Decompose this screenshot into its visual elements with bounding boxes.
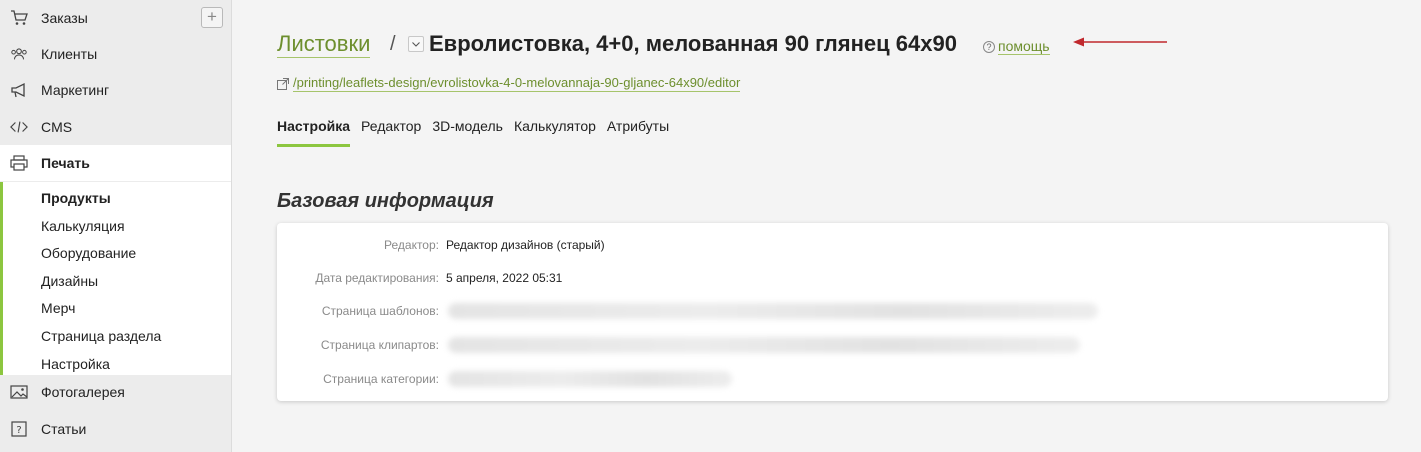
external-link-icon <box>277 77 289 90</box>
tab-calculator[interactable]: Калькулятор <box>514 117 596 147</box>
submenu-item-section-page[interactable]: Страница раздела <box>41 327 161 345</box>
info-key: Редактор: <box>384 238 439 252</box>
info-row: Страница шаблонов: <box>277 301 1388 321</box>
help-label: помощь <box>998 38 1050 55</box>
submenu-item-settings[interactable]: Настройка <box>41 355 110 373</box>
product-url-link[interactable]: /printing/leaflets-design/evrolistovka-4… <box>293 75 741 92</box>
code-icon <box>10 118 28 136</box>
product-url-row: /printing/leaflets-design/evrolistovka-4… <box>277 75 741 92</box>
page-title: Евролистовка, 4+0, мелованная 90 глянец … <box>429 31 957 56</box>
info-row: Дата редактирования: 5 апреля, 2022 05:3… <box>277 268 1388 288</box>
sidebar-item-print[interactable]: Печать <box>0 145 231 181</box>
users-icon <box>10 45 28 63</box>
info-key: Страница категории: <box>323 372 439 386</box>
breadcrumb-link[interactable]: Листовки <box>277 31 371 58</box>
submenu-item-calculation[interactable]: Калькуляция <box>41 217 125 235</box>
info-key: Страница клипартов: <box>320 338 439 352</box>
breadcrumb-separator: / <box>390 33 396 55</box>
info-key: Страница шаблонов: <box>321 304 439 318</box>
redacted-value <box>448 371 732 387</box>
sidebar-item-label: Статьи <box>41 421 87 437</box>
question-icon: ? <box>10 420 28 438</box>
sidebar-item-cms[interactable]: CMS <box>0 109 231 145</box>
breadcrumb-dropdown[interactable] <box>408 36 424 52</box>
sidebar-item-label: Маркетинг <box>41 82 110 98</box>
svg-text:?: ? <box>16 425 21 436</box>
sidebar-item-label: Клиенты <box>41 46 98 62</box>
tab-bar: Настройка Редактор 3D-модель Калькулятор… <box>277 117 680 147</box>
help-icon: ? <box>983 40 995 53</box>
sidebar-item-marketing[interactable]: Маркетинг <box>0 72 231 108</box>
add-order-button[interactable]: + <box>201 7 223 28</box>
base-info-card: Редактор: Редактор дизайнов (старый) Дат… <box>277 223 1388 401</box>
print-submenu: Продукты Калькуляция Оборудование Дизайн… <box>0 182 231 375</box>
tab-attributes[interactable]: Атрибуты <box>607 117 669 147</box>
megaphone-icon <box>10 81 28 99</box>
section-title: Базовая информация <box>277 190 494 212</box>
sidebar-item-label: Фотогалерея <box>41 384 125 400</box>
red-arrow-annotation <box>1073 37 1167 47</box>
printer-icon <box>10 154 28 172</box>
sidebar: Заказы + Клиенты Маркетинг CMS Печать Пр… <box>0 0 232 452</box>
info-value: 5 апреля, 2022 05:31 <box>446 271 563 285</box>
chevron-down-icon <box>412 41 420 47</box>
image-icon <box>10 383 28 401</box>
submenu-item-products[interactable]: Продукты <box>41 189 111 207</box>
cart-icon <box>10 9 28 27</box>
sidebar-item-clients[interactable]: Клиенты <box>0 36 231 72</box>
info-value: Редактор дизайнов (старый) <box>446 238 605 252</box>
sidebar-item-label: CMS <box>41 119 73 135</box>
info-row: Страница клипартов: <box>277 335 1388 355</box>
sidebar-item-articles[interactable]: ? Статьи <box>0 411 231 447</box>
submenu-item-designs[interactable]: Дизайны <box>41 272 98 290</box>
info-row: Редактор: Редактор дизайнов (старый) <box>277 235 1388 255</box>
tab-settings[interactable]: Настройка <box>277 117 351 147</box>
redacted-value <box>448 303 1098 319</box>
info-row: Страница категории: <box>277 369 1388 389</box>
submenu-item-merch[interactable]: Мерч <box>41 299 75 317</box>
redacted-value <box>448 337 1080 353</box>
sidebar-item-label: Заказы <box>41 10 88 26</box>
tab-editor[interactable]: Редактор <box>361 117 421 147</box>
help-link[interactable]: ? помощь <box>983 38 1050 55</box>
submenu-item-equipment[interactable]: Оборудование <box>41 244 136 262</box>
info-key: Дата редактирования: <box>315 271 439 285</box>
sidebar-item-label: Печать <box>41 155 90 171</box>
sidebar-item-orders[interactable]: Заказы <box>0 0 231 36</box>
tab-3d-model[interactable]: 3D-модель <box>432 117 503 147</box>
sidebar-item-gallery[interactable]: Фотогалерея <box>0 374 231 410</box>
